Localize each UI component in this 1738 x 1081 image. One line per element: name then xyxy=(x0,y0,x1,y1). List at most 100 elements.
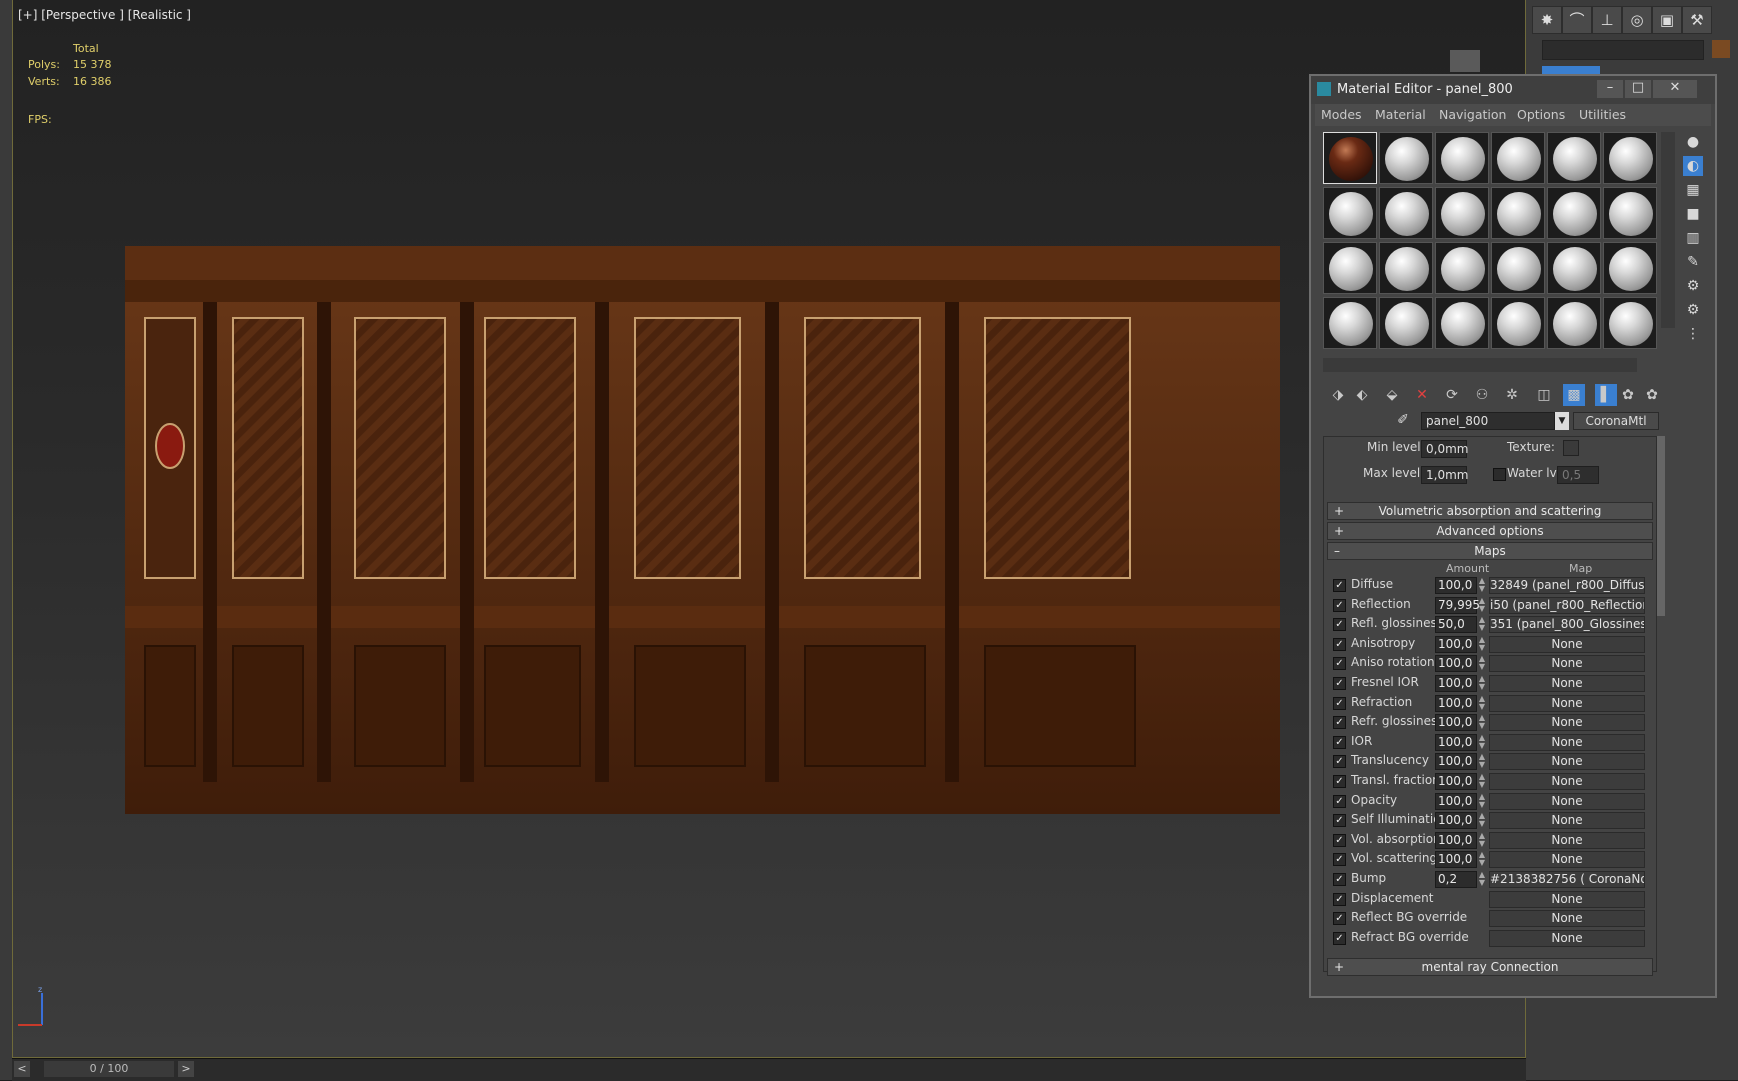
map-amount-field[interactable]: 50,0 xyxy=(1435,616,1477,634)
map-enabled-checkbox[interactable]: ✓ xyxy=(1333,853,1346,867)
sample-slot[interactable] xyxy=(1491,187,1545,239)
sample-slot[interactable] xyxy=(1323,297,1377,349)
object-name-field[interactable] xyxy=(1542,40,1704,60)
material-settings-icon[interactable]: ✿ xyxy=(1641,384,1663,406)
map-slot-button[interactable]: None xyxy=(1489,655,1645,673)
amount-spinner-icon[interactable]: ▲ ▼ xyxy=(1477,733,1487,751)
time-slider[interactable]: < 0 / 100 > xyxy=(12,1058,1526,1081)
chevron-down-icon[interactable]: ▼ xyxy=(1555,412,1569,430)
amount-spinner-icon[interactable]: ▲ ▼ xyxy=(1477,812,1487,829)
close-icon[interactable]: ✕ xyxy=(1653,80,1697,98)
sample-slot[interactable] xyxy=(1323,187,1377,239)
video-color-check-icon[interactable]: ▥ xyxy=(1683,228,1703,248)
amount-spinner-icon[interactable]: ▲ ▼ xyxy=(1477,871,1487,888)
map-enabled-checkbox[interactable]: ✓ xyxy=(1333,931,1346,945)
map-enabled-checkbox[interactable]: ✓ xyxy=(1333,677,1346,690)
background-checker-icon[interactable]: ▦ xyxy=(1683,180,1703,200)
menu-utilities[interactable]: Utilities xyxy=(1579,107,1626,122)
amount-spinner-icon[interactable]: ▲ ▼ xyxy=(1477,577,1487,594)
map-amount-field[interactable]: 100,0 xyxy=(1435,773,1477,790)
map-slot-button[interactable]: None xyxy=(1489,910,1645,928)
amount-spinner-icon[interactable]: ▲ ▼ xyxy=(1477,851,1487,868)
sample-type-icon[interactable]: ● xyxy=(1683,132,1703,152)
sample-slot[interactable] xyxy=(1435,187,1489,239)
map-enabled-checkbox[interactable]: ✓ xyxy=(1333,873,1346,886)
map-slot-button[interactable]: None xyxy=(1489,812,1645,830)
map-slot-button[interactable]: None xyxy=(1489,694,1645,712)
map-amount-field[interactable]: 100,0 xyxy=(1435,675,1477,692)
modify-tab-icon[interactable]: ⌒ xyxy=(1562,6,1592,34)
make-preview-icon[interactable]: ✎ xyxy=(1683,252,1703,272)
map-enabled-checkbox[interactable]: ✓ xyxy=(1333,775,1346,788)
map-amount-field[interactable]: 100,0 xyxy=(1435,812,1477,830)
map-enabled-checkbox[interactable]: ✓ xyxy=(1333,657,1346,671)
map-enabled-checkbox[interactable]: ✓ xyxy=(1333,794,1346,808)
utilities-tab-icon[interactable]: ⚒ xyxy=(1682,6,1712,34)
timeline-next-button[interactable]: > xyxy=(178,1061,194,1077)
map-slot-button[interactable]: None xyxy=(1489,792,1645,810)
map-slot-button[interactable]: None xyxy=(1489,635,1645,653)
map-enabled-checkbox[interactable]: ✓ xyxy=(1333,579,1346,592)
map-slot-button[interactable]: None xyxy=(1489,831,1645,849)
map-enabled-checkbox[interactable]: ✓ xyxy=(1333,833,1346,847)
map-enabled-checkbox[interactable]: ✓ xyxy=(1333,912,1346,926)
sample-slot[interactable] xyxy=(1379,132,1433,184)
slots-horizontal-scrollbar[interactable] xyxy=(1323,358,1637,372)
amount-spinner-icon[interactable]: ▲ ▼ xyxy=(1477,753,1487,770)
water-level-checkbox[interactable] xyxy=(1493,468,1506,481)
map-slot-button[interactable]: None xyxy=(1489,890,1645,908)
map-slot-button[interactable]: i50 (panel_r800_Reflection.jpg) xyxy=(1489,596,1645,614)
map-slot-button[interactable]: None xyxy=(1489,675,1645,692)
map-slot-button[interactable]: None xyxy=(1489,733,1645,751)
sample-slot[interactable] xyxy=(1603,132,1657,184)
amount-spinner-icon[interactable]: ▲ ▼ xyxy=(1477,694,1487,712)
make-unique-icon[interactable]: ⟳ xyxy=(1441,384,1463,406)
amount-spinner-icon[interactable]: ▲ ▼ xyxy=(1477,655,1487,672)
map-amount-field[interactable]: 100,0 xyxy=(1435,635,1477,653)
pick-material-eyedropper-icon[interactable]: ✐ xyxy=(1393,410,1413,430)
map-slot-button[interactable]: None xyxy=(1489,773,1645,790)
amount-spinner-icon[interactable]: ▲ ▼ xyxy=(1477,714,1487,731)
sample-slot[interactable] xyxy=(1603,242,1657,294)
sample-slot[interactable] xyxy=(1491,297,1545,349)
map-amount-field[interactable]: 100,0 xyxy=(1435,851,1477,869)
material-name-field[interactable]: panel_800 xyxy=(1421,412,1555,430)
water-level-field[interactable]: 0,5 xyxy=(1557,466,1599,484)
wood-wall-panel-model[interactable] xyxy=(125,246,1280,814)
material-id-channel-icon[interactable]: ✲ xyxy=(1501,384,1523,406)
amount-spinner-icon[interactable]: ▲ ▼ xyxy=(1477,635,1487,653)
map-slot-button[interactable]: None xyxy=(1489,851,1645,869)
timeline-frame-counter[interactable]: 0 / 100 xyxy=(44,1061,174,1077)
reset-map-icon[interactable]: ✕ xyxy=(1411,384,1433,406)
rollout-advanced[interactable]: + Advanced options xyxy=(1327,522,1653,540)
map-slot-button[interactable]: 32849 (panel_r800_Diffuse.jpg) xyxy=(1489,577,1645,594)
map-enabled-checkbox[interactable]: ✓ xyxy=(1333,814,1346,828)
map-amount-field[interactable]: 100,0 xyxy=(1435,714,1477,732)
timeline-prev-button[interactable]: < xyxy=(14,1061,30,1077)
options-icon[interactable]: ⚙ xyxy=(1683,276,1703,296)
hierarchy-tab-icon[interactable]: ⊥ xyxy=(1592,6,1622,34)
map-amount-field[interactable]: 100,0 xyxy=(1435,792,1477,810)
go-to-parent-icon[interactable]: ▌ xyxy=(1595,384,1617,406)
map-enabled-checkbox[interactable]: ✓ xyxy=(1333,716,1346,730)
amount-spinner-icon[interactable]: ▲ ▼ xyxy=(1477,596,1487,614)
menu-options[interactable]: Options xyxy=(1517,107,1565,122)
rollout-maps[interactable]: – Maps xyxy=(1327,542,1653,560)
sample-slot[interactable] xyxy=(1547,297,1601,349)
sample-slot[interactable] xyxy=(1323,242,1377,294)
sample-slot[interactable] xyxy=(1547,132,1601,184)
min-level-field[interactable]: 0,0mm xyxy=(1421,440,1468,458)
texture-slot-button[interactable] xyxy=(1563,440,1579,456)
sample-slot[interactable] xyxy=(1379,187,1433,239)
material-editor-titlebar[interactable]: Material Editor - panel_800 – □ ✕ xyxy=(1311,76,1715,104)
map-amount-field[interactable]: 0,2 xyxy=(1435,871,1477,888)
map-amount-field[interactable]: 100,0 xyxy=(1435,831,1477,849)
map-amount-field[interactable]: 100,0 xyxy=(1435,753,1477,771)
show-shaded-material-icon[interactable]: ◫ xyxy=(1533,384,1555,406)
motion-tab-icon[interactable]: ◎ xyxy=(1622,6,1652,34)
material-type-button[interactable]: CoronaMtl xyxy=(1573,412,1659,430)
map-amount-field[interactable]: 100,0 xyxy=(1435,655,1477,673)
sample-slot[interactable] xyxy=(1435,297,1489,349)
map-slot-button[interactable]: 351 (panel_800_Glossiness.jpg) xyxy=(1489,616,1645,634)
map-enabled-checkbox[interactable]: ✓ xyxy=(1333,735,1346,749)
